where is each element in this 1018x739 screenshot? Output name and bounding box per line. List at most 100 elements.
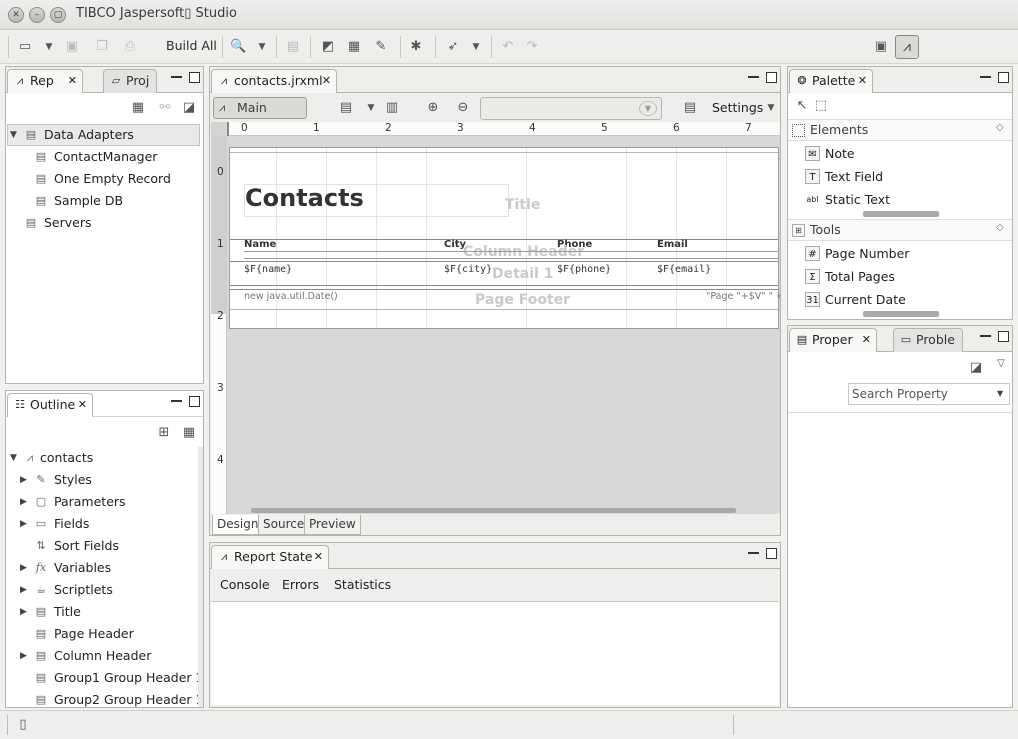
outline-item-title[interactable]: ▶ ▤ Title (10, 601, 200, 623)
drawer-pin-icon[interactable]: ◇ (996, 122, 1004, 133)
outline-item-sort-fields[interactable]: ⇅ Sort Fields (10, 535, 200, 557)
close-tab-icon[interactable]: ✕ (314, 546, 323, 568)
open-perspective-icon[interactable]: ▣ (873, 39, 889, 55)
tab-contacts-jrxml[interactable]: ⩘ contacts.jrxml ✕ (211, 69, 337, 93)
palette-item-note[interactable]: ✉ Note (788, 142, 1012, 165)
close-tab-icon[interactable]: ✕ (68, 70, 77, 92)
search-property-input[interactable]: Search Property ▼ (848, 383, 1010, 405)
dataset-dropdown-icon[interactable]: ▼ (363, 100, 379, 116)
collapsed-arrow-icon[interactable]: ▶ (20, 557, 32, 579)
palette-item-total-pages[interactable]: Σ Total Pages (788, 265, 1012, 288)
build-all-button[interactable]: Build All (166, 38, 217, 53)
minimize-window-button[interactable]: – (29, 7, 45, 23)
report-design-perspective-icon[interactable]: ⩘ (895, 35, 919, 59)
maximize-icon[interactable] (766, 72, 777, 83)
outline-view-icon[interactable]: ▦ (181, 425, 197, 441)
palette-item-page-number[interactable]: # Page Number (788, 242, 1012, 265)
outline-item-contacts[interactable]: ▼ ⩘ contacts (10, 447, 200, 469)
tools-drawer-header[interactable]: ⊞ Tools ◇ (788, 219, 1012, 241)
undo-icon[interactable]: ↶ (500, 39, 516, 55)
edit-icon[interactable]: ✎ (373, 39, 389, 55)
expanded-arrow-icon[interactable]: ▼ (10, 447, 22, 469)
data-adapter-icon[interactable]: ▦ (346, 39, 362, 55)
tab-design[interactable]: Design (212, 515, 264, 535)
outline-item-parameters[interactable]: ▶ ▢ Parameters (10, 491, 200, 513)
tab-project[interactable]: ▱ Proj (103, 69, 157, 93)
publish-dropdown-icon[interactable]: ▼ (468, 39, 484, 55)
zoom-dropdown-icon[interactable]: ▼ (639, 101, 657, 116)
report-title-text[interactable]: Contacts (245, 184, 364, 212)
redo-icon[interactable]: ↷ (524, 39, 540, 55)
tree-item-data-adapters[interactable]: ▼ ▤ Data Adapters (10, 124, 200, 146)
maximize-icon[interactable] (998, 331, 1009, 342)
outline-item-scriptlets[interactable]: ▶ ☕ Scriptlets (10, 579, 200, 601)
drawer-pin-icon[interactable]: ◇ (996, 222, 1004, 233)
col-header-email[interactable]: Email (657, 239, 688, 250)
maximize-window-button[interactable]: ▢ (50, 7, 66, 23)
collapsed-arrow-icon[interactable]: ▶ (20, 513, 32, 535)
tools-scrollbar[interactable] (863, 311, 939, 317)
outline-item-group2-header[interactable]: ▤ Group2 Group Header 1 [0p (10, 689, 203, 707)
elements-drawer-header[interactable]: Elements ◇ (788, 119, 1012, 141)
tree-item-servers[interactable]: ▤ Servers (10, 212, 200, 234)
main-report-button[interactable]: ⩘ Main Report (213, 97, 307, 135)
collapsed-arrow-icon[interactable]: ▶ (20, 601, 32, 623)
tree-item-contactmanager[interactable]: ▤ ContactManager (10, 146, 200, 168)
close-tab-icon[interactable]: ✕ (322, 70, 331, 92)
import-icon[interactable]: ◪ (181, 100, 197, 116)
outline-item-styles[interactable]: ▶ ✎ Styles (10, 469, 200, 491)
field-phone[interactable]: $F{phone} (557, 264, 611, 275)
tab-outline[interactable]: ☷ Outline ✕ (7, 393, 93, 417)
fast-view-icon[interactable]: ▯ (15, 717, 31, 733)
collapsed-arrow-icon[interactable]: ▶ (20, 491, 32, 513)
zoom-in-icon[interactable]: ⊕ (425, 100, 441, 116)
zoom-out-icon[interactable]: ⊖ (455, 100, 471, 116)
search-dropdown-icon[interactable]: ▼ (997, 384, 1003, 404)
outline-item-variables[interactable]: ▶ fx Variables (10, 557, 200, 579)
expanded-arrow-icon[interactable]: ▼ (10, 124, 22, 146)
palette-item-current-date[interactable]: 31 Current Date (788, 288, 1012, 311)
horizontal-scrollbar[interactable] (251, 508, 736, 513)
field-email[interactable]: $F{email} (657, 264, 711, 275)
maximize-icon[interactable] (189, 72, 200, 83)
search-icon[interactable]: 🔍 (230, 39, 246, 55)
page-footer-band[interactable]: new java.util.Date() Page Footer "Page "… (244, 289, 780, 309)
close-window-button[interactable]: ✕ (8, 7, 24, 23)
search-dropdown-icon[interactable]: ▼ (254, 39, 270, 55)
link-icon[interactable]: ⚯ (157, 100, 173, 116)
tab-statistics[interactable]: Statistics (334, 577, 391, 592)
tab-preview[interactable]: Preview (304, 515, 361, 535)
tree-view-icon[interactable]: ⊞ (156, 425, 172, 441)
palette-item-static-text[interactable]: abl Static Text (788, 188, 1012, 211)
tree-item-sample-db[interactable]: ▤ Sample DB (10, 190, 200, 212)
minimize-icon[interactable] (748, 552, 759, 554)
dataset-icon[interactable]: ▤ (338, 100, 354, 116)
outline-item-group1-header[interactable]: ▤ Group1 Group Header 1 [0p (10, 667, 203, 689)
collapsed-arrow-icon[interactable]: ▶ (20, 645, 32, 667)
tab-source[interactable]: Source (258, 515, 310, 535)
minimize-icon[interactable] (171, 400, 182, 402)
debug-bug-icon[interactable]: ✱ (408, 39, 424, 55)
minimize-icon[interactable] (171, 76, 182, 78)
tab-palette[interactable]: ❂ Palette ✕ (789, 69, 873, 93)
page-icon[interactable]: ▤ (285, 39, 301, 55)
close-tab-icon[interactable]: ✕ (78, 394, 87, 416)
minimize-icon[interactable] (980, 76, 991, 78)
field-name[interactable]: $F{name} (244, 264, 292, 275)
tab-errors[interactable]: Errors (282, 577, 319, 592)
view-menu-icon[interactable]: ▽ (993, 356, 1009, 372)
print-icon[interactable]: ⎙ (122, 39, 138, 55)
footer-page-field[interactable]: "Page "+$V" " + (706, 291, 780, 302)
new-report-icon[interactable]: ◩ (320, 39, 336, 55)
minimize-icon[interactable] (980, 335, 991, 337)
footer-date-field[interactable]: new java.util.Date() (244, 291, 338, 302)
outline-item-column-header[interactable]: ▶ ▤ Column Header (10, 645, 200, 667)
outline-item-fields[interactable]: ▶ ▭ Fields (10, 513, 200, 535)
close-tab-icon[interactable]: ✕ (862, 329, 871, 351)
detail-band[interactable]: $F{name} $F{city} $F{phone} $F{email} De… (244, 261, 778, 285)
grid-icon[interactable]: ▥ (384, 100, 400, 116)
select-arrow-icon[interactable]: ↖ (794, 98, 810, 114)
settings-icon[interactable]: ▤ (682, 100, 698, 116)
tab-console[interactable]: Console (220, 577, 270, 592)
zoom-combo[interactable]: ▼ (480, 97, 662, 120)
